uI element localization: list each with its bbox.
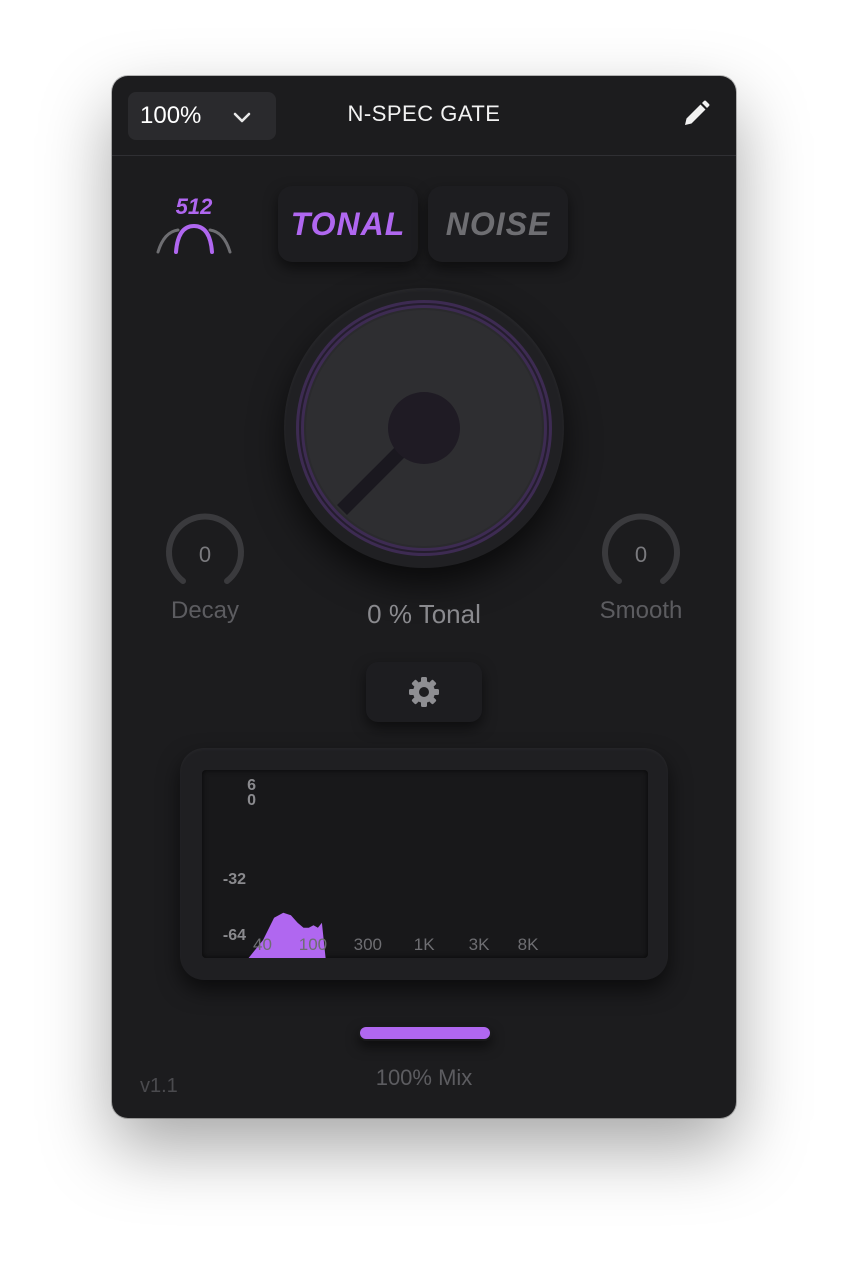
edit-button[interactable] [678, 96, 714, 132]
db-axis-label: 0 [247, 791, 256, 809]
db-axis-label: -32 [222, 871, 246, 889]
mode-selector: TONAL NOISE [278, 186, 568, 262]
smooth-value: 0 [634, 542, 648, 567]
plugin-window: 100% N-SPEC GATE 512 TONAL NOISE 0 % Ton… [112, 76, 736, 1118]
decay-knob[interactable]: 0 [160, 510, 250, 600]
frequency-axis-label: 100 [298, 935, 328, 954]
plugin-title: N-SPEC GATE [347, 101, 501, 126]
frequency-axis-label: 3K [468, 935, 490, 954]
frequency-axis-label: 8K [517, 935, 539, 954]
smooth-knob[interactable]: 0 [596, 510, 686, 600]
spectrum-analyzer: 6 0 -32 -64 40 100 300 1K 3K 8K [202, 770, 648, 958]
mix-label: 100% Mix [375, 1065, 473, 1090]
mix-slider[interactable] [358, 1025, 492, 1041]
fft-size-button[interactable]: 512 [156, 192, 232, 256]
tonal-amount-knob[interactable] [284, 288, 564, 568]
tonal-amount-value: 0 % Tonal [367, 599, 481, 629]
chevron-down-icon [233, 112, 251, 123]
knob-face [296, 300, 552, 556]
zoom-value: 100% [140, 102, 202, 129]
title-bar: 100% N-SPEC GATE [112, 76, 736, 156]
zoom-select[interactable]: 100% [128, 92, 276, 140]
frequency-axis-label: 300 [353, 935, 382, 954]
noise-mode-button[interactable]: NOISE [428, 186, 568, 262]
frequency-axis-label: 1K [413, 935, 435, 954]
settings-button[interactable] [366, 662, 482, 722]
version-label: v1.1 [140, 1075, 178, 1097]
spectrum-plot [248, 912, 329, 958]
decay-value: 0 [198, 542, 212, 567]
smooth-label: Smooth [599, 597, 683, 624]
decay-label: Decay [170, 597, 240, 624]
db-axis-label: -64 [222, 927, 246, 944]
frequency-axis-label: 40 [253, 935, 272, 954]
bell-curve-icon [156, 223, 232, 254]
pencil-icon [685, 100, 710, 125]
spectrum-analyzer-frame: 6 0 -32 -64 40 100 300 1K 3K 8K [180, 748, 668, 980]
mix-slider-fill [360, 1027, 490, 1039]
gear-icon [409, 677, 439, 707]
tonal-mode-button[interactable]: TONAL [278, 186, 418, 262]
